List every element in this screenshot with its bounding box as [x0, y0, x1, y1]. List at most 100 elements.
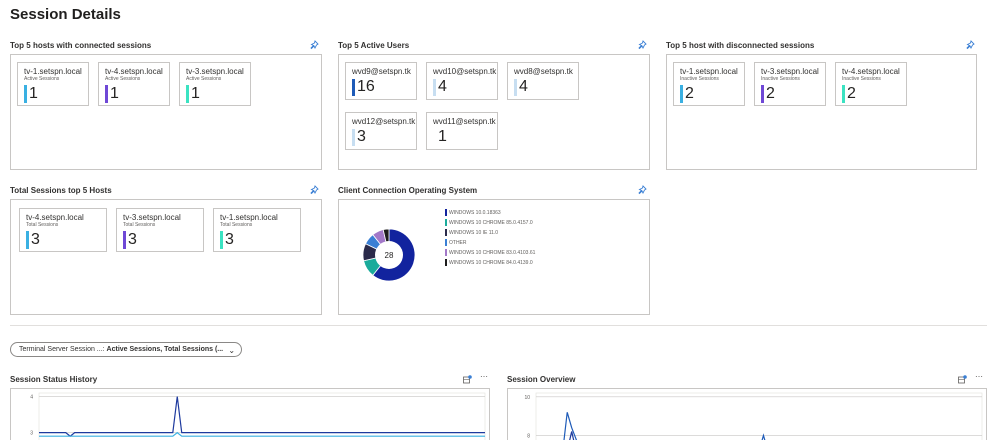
card-value: 1 [438, 128, 447, 145]
more-options-icon[interactable]: ⋯ [480, 372, 488, 381]
host-name: tv-1.setspn.local [680, 67, 738, 76]
user-name: wvd9@setspn.tk [352, 67, 411, 76]
legend-label: OTHER [449, 240, 467, 246]
host-name: tv-4.setspn.local [105, 67, 163, 76]
host-name: tv-3.setspn.local [123, 213, 181, 222]
card-sublabel: Active Sessions [24, 76, 60, 82]
status-history-chart-panel: 43 [10, 388, 490, 440]
card-value: 4 [438, 78, 447, 95]
user-name: wvd8@setspn.tk [514, 67, 573, 76]
pin-icon[interactable] [638, 185, 648, 195]
card-value: 2 [685, 85, 694, 102]
user-card[interactable]: wvd9@setspn.tk 16 [345, 62, 417, 100]
total-sessions-panel: tv-4.setspn.local Total Sessions 3 tv-3.… [10, 199, 322, 315]
card-accent-bar [352, 79, 355, 96]
overview-chart: 10 8 [524, 392, 983, 440]
host-card[interactable]: tv-3.setspn.local Total Sessions 3 [116, 208, 204, 252]
card-accent-bar [26, 231, 29, 249]
legend-swatch [445, 229, 447, 236]
chevron-down-icon: ⌄ [228, 346, 236, 355]
tile-title-disconnected: Top 5 host with disconnected sessions [666, 41, 815, 50]
card-accent-bar [24, 85, 27, 103]
table-view-icon[interactable] [463, 375, 472, 384]
card-accent-bar [433, 129, 436, 146]
card-value: 1 [110, 85, 119, 102]
page-title: Session Details [10, 6, 121, 23]
host-card[interactable]: tv-4.setspn.local Inactive Sessions 2 [835, 62, 907, 106]
table-view-icon[interactable] [958, 375, 967, 384]
card-value: 16 [357, 78, 375, 95]
host-card[interactable]: tv-1.setspn.local Active Sessions 1 [17, 62, 89, 106]
card-sublabel: Total Sessions [123, 222, 156, 228]
card-value: 4 [519, 78, 528, 95]
legend-label: WINDOWS 10 CHROME 84.0.4139.0 [449, 260, 533, 266]
card-value: 3 [357, 128, 366, 145]
tile-title-status-history: Session Status History [10, 375, 98, 384]
card-value: 2 [847, 85, 856, 102]
series-line[interactable] [536, 431, 982, 440]
card-accent-bar [842, 85, 845, 103]
host-card[interactable]: tv-4.setspn.local Total Sessions 3 [19, 208, 107, 252]
host-card[interactable]: tv-1.setspn.local Total Sessions 3 [213, 208, 301, 252]
card-value: 2 [766, 85, 775, 102]
plot-area [535, 392, 983, 440]
filter-label: Terminal Server Session ...: [19, 346, 105, 353]
overview-chart-panel: 10 8 [507, 388, 987, 440]
user-card[interactable]: wvd12@setspn.tk 3 [345, 112, 417, 150]
host-name: tv-4.setspn.local [26, 213, 84, 222]
card-accent-bar [761, 85, 764, 103]
disconnected-sessions-panel: tv-1.setspn.local Inactive Sessions 2 tv… [666, 54, 977, 170]
pin-icon[interactable] [310, 185, 320, 195]
host-card[interactable]: tv-1.setspn.local Inactive Sessions 2 [673, 62, 745, 106]
series-line[interactable] [39, 396, 485, 437]
tile-title-overview: Session Overview [507, 375, 576, 384]
host-card[interactable]: tv-3.setspn.local Inactive Sessions 2 [754, 62, 826, 106]
card-value: 1 [191, 85, 200, 102]
tile-title-active-users: Top 5 Active Users [338, 41, 410, 50]
pin-icon[interactable] [966, 40, 976, 50]
user-card[interactable]: wvd10@setspn.tk 4 [426, 62, 498, 100]
legend-swatch [445, 219, 447, 226]
card-sublabel: Active Sessions [105, 76, 141, 82]
card-value: 3 [128, 231, 137, 248]
user-card[interactable]: wvd11@setspn.tk 1 [426, 112, 498, 150]
active-users-panel: wvd9@setspn.tk 16 wvd10@setspn.tk 4 wvd8… [338, 54, 650, 170]
y-tick-label: 10 [524, 395, 530, 401]
series-line[interactable] [536, 412, 982, 440]
host-name: tv-1.setspn.local [220, 213, 278, 222]
legend-label: WINDOWS 10 CHROME 83.0.4103.61 [449, 250, 536, 256]
host-card[interactable]: tv-4.setspn.local Active Sessions 1 [98, 62, 170, 106]
card-sublabel: Inactive Sessions [680, 76, 719, 82]
legend-swatch [445, 209, 447, 216]
y-tick-label: 3 [30, 431, 33, 437]
card-sublabel: Total Sessions [26, 222, 59, 228]
card-accent-bar [433, 79, 436, 96]
host-name: tv-1.setspn.local [24, 67, 82, 76]
card-accent-bar [186, 85, 189, 103]
host-card[interactable]: tv-3.setspn.local Active Sessions 1 [179, 62, 251, 106]
user-name: wvd11@setspn.tk [433, 117, 496, 126]
card-accent-bar [352, 129, 355, 146]
user-card[interactable]: wvd8@setspn.tk 4 [507, 62, 579, 100]
card-accent-bar [220, 231, 223, 249]
section-divider [10, 325, 987, 326]
user-name: wvd10@setspn.tk [433, 67, 497, 76]
card-accent-bar [514, 79, 517, 96]
card-sublabel: Inactive Sessions [842, 76, 881, 82]
y-tick-label: 4 [30, 395, 33, 401]
more-options-icon[interactable]: ⋯ [975, 372, 983, 381]
card-sublabel: Inactive Sessions [761, 76, 800, 82]
card-accent-bar [105, 85, 108, 103]
legend-swatch [445, 249, 447, 256]
pin-icon[interactable] [310, 40, 320, 50]
user-name: wvd12@setspn.tk [352, 117, 416, 126]
tile-title-connected: Top 5 hosts with connected sessions [10, 41, 152, 50]
tile-title-os: Client Connection Operating System [338, 186, 478, 195]
session-filter-dropdown[interactable]: Terminal Server Session ...: Active Sess… [10, 342, 243, 357]
y-tick-label: 8 [527, 433, 530, 439]
legend-swatch [445, 239, 447, 246]
filter-value: Active Sessions, Total Sessions (... [106, 346, 224, 353]
legend-label: WINDOWS 10 CHROME 85.0.4157.0 [449, 220, 533, 226]
pin-icon[interactable] [638, 40, 648, 50]
host-name: tv-3.setspn.local [761, 67, 819, 76]
